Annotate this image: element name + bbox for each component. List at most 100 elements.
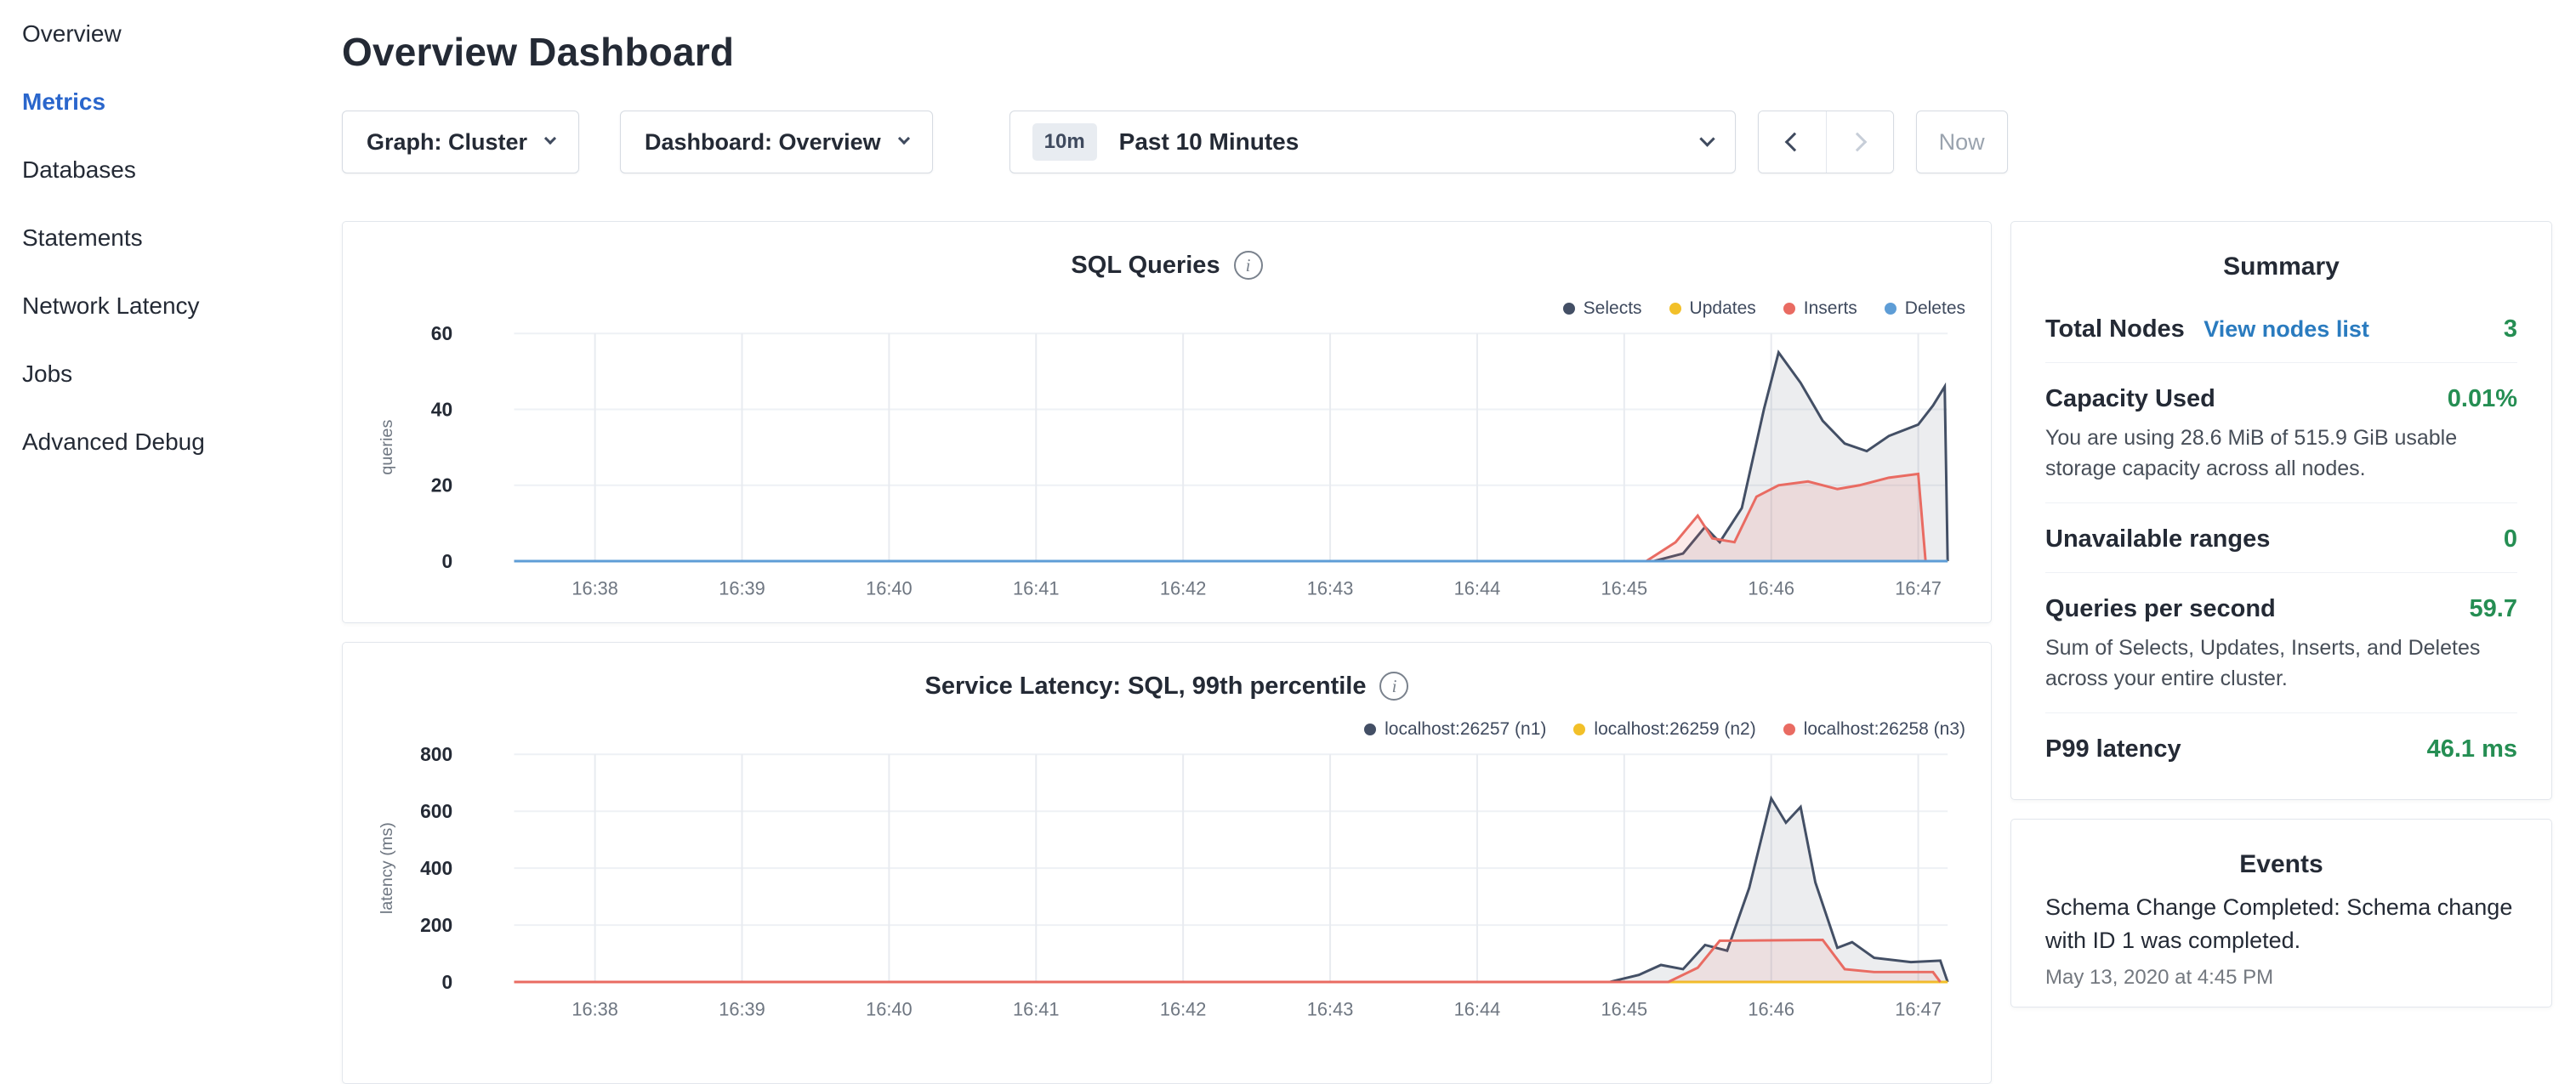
summary-label: P99 latency [2045, 735, 2181, 763]
series-area [515, 353, 1948, 561]
sql-queries-chart-panel: SQL Queries i Selects Updates Inserts Delet… [342, 221, 1992, 623]
legend-label: localhost:26257 (n1) [1385, 719, 1546, 740]
chart-legend: Selects Updates Inserts Deletes [368, 298, 1965, 319]
legend-label: Updates [1690, 298, 1756, 319]
legend-dot-icon [1669, 303, 1681, 315]
x-tick-label: 16:45 [1601, 999, 1648, 1020]
time-window-badge: 10m [1032, 123, 1097, 161]
legend-label: Selects [1584, 298, 1642, 319]
legend-item[interactable]: localhost:26258 (n3) [1783, 719, 1965, 740]
sidebar-item-jobs[interactable]: Jobs [22, 340, 340, 408]
y-tick-label: 20 [431, 474, 452, 497]
legend-label: localhost:26259 (n2) [1594, 719, 1755, 740]
event-time: May 13, 2020 at 4:45 PM [2045, 966, 2517, 990]
sidebar-item-statements[interactable]: Statements [22, 204, 340, 272]
sidebar: Overview Metrics Databases Statements Ne… [0, 0, 340, 1051]
sidebar-item-network-latency[interactable]: Network Latency [22, 272, 340, 340]
time-controls: 10m Past 10 Minutes Now [1009, 111, 2008, 173]
service-latency-chart-panel: Service Latency: SQL, 99th percentile i … [342, 642, 1992, 1084]
now-button[interactable]: Now [1916, 111, 2008, 173]
dashboard-body: SQL Queries i Selects Updates Inserts Delet… [342, 221, 2552, 1084]
x-tick-label: 16:47 [1895, 999, 1942, 1020]
x-tick-label: 16:41 [1013, 578, 1060, 599]
summary-label: Total Nodes [2045, 315, 2185, 343]
time-prev-button[interactable] [1759, 111, 1826, 173]
summary-title: Summary [2045, 253, 2517, 281]
toolbar: Graph: Cluster Dashboard: Overview 10m P… [342, 111, 2552, 173]
summary-panel: Summary Total Nodes View nodes list 3 Ca… [2010, 221, 2552, 800]
view-nodes-list-link[interactable]: View nodes list [2204, 316, 2369, 342]
summary-value: 0 [2504, 525, 2517, 553]
y-tick-label: 0 [441, 971, 452, 993]
y-axis-label: latency (ms) [378, 822, 396, 914]
chevron-left-icon [1785, 133, 1805, 152]
graph-selector-label: Graph: Cluster [367, 129, 527, 156]
summary-value: 59.7 [2470, 595, 2517, 623]
chevron-right-icon [1847, 133, 1867, 152]
legend-item[interactable]: Selects [1563, 298, 1642, 319]
summary-label: Capacity Used [2045, 385, 2215, 413]
events-panel: Events Schema Change Completed: Schema c… [2010, 819, 2552, 1007]
x-tick-label: 16:38 [571, 999, 618, 1020]
event-text: Schema Change Completed: Schema change w… [2045, 891, 2517, 957]
time-step-buttons [1758, 111, 1894, 173]
chart-header: SQL Queries i [368, 251, 1965, 280]
legend-item[interactable]: Inserts [1783, 298, 1857, 319]
summary-label: Queries per second [2045, 595, 2276, 623]
summary-row-queries-per-second: Queries per second 59.7 Sum of Selects, … [2045, 572, 2517, 712]
summary-row-unavailable-ranges: Unavailable ranges 0 [2045, 502, 2517, 572]
x-tick-label: 16:40 [866, 578, 913, 599]
legend-item[interactable]: localhost:26259 (n2) [1573, 719, 1755, 740]
summary-description: You are using 28.6 MiB of 515.9 GiB usab… [2045, 423, 2517, 484]
summary-row-capacity-used: Capacity Used 0.01% You are using 28.6 M… [2045, 362, 2517, 502]
x-tick-label: 16:41 [1013, 999, 1060, 1020]
chevron-down-icon [898, 133, 910, 145]
summary-row-total-nodes: Total Nodes View nodes list 3 [2045, 293, 2517, 362]
chart-title: SQL Queries [1071, 252, 1220, 280]
x-tick-label: 16:45 [1601, 578, 1648, 599]
x-tick-label: 16:39 [719, 999, 765, 1020]
page-title: Overview Dashboard [342, 29, 2552, 75]
sidebar-item-advanced-debug[interactable]: Advanced Debug [22, 408, 340, 476]
dashboard-selector[interactable]: Dashboard: Overview [620, 111, 933, 173]
sql-queries-chart: 020406016:3816:3916:4016:4116:4216:4316:… [368, 322, 1964, 603]
legend-label: localhost:26258 (n3) [1804, 719, 1965, 740]
summary-row-p99-latency: P99 latency 46.1 ms [2045, 712, 2517, 782]
series-area [515, 940, 1941, 982]
x-tick-label: 16:42 [1160, 999, 1207, 1020]
summary-value: 0.01% [2448, 385, 2517, 413]
sidebar-item-overview[interactable]: Overview [22, 0, 340, 68]
graph-selector[interactable]: Graph: Cluster [342, 111, 579, 173]
x-tick-label: 16:44 [1454, 578, 1501, 599]
series-area [515, 474, 1926, 561]
sidebar-item-metrics[interactable]: Metrics [22, 68, 340, 136]
chevron-down-icon [1699, 131, 1714, 146]
x-tick-label: 16:39 [719, 578, 765, 599]
y-tick-label: 800 [420, 743, 452, 765]
info-icon[interactable]: i [1379, 672, 1408, 701]
legend-item[interactable]: Updates [1669, 298, 1756, 319]
x-tick-label: 16:46 [1748, 578, 1794, 599]
legend-label: Inserts [1804, 298, 1857, 319]
y-tick-label: 200 [420, 914, 452, 936]
summary-description: Sum of Selects, Updates, Inserts, and De… [2045, 633, 2517, 694]
summary-label: Unavailable ranges [2045, 525, 2270, 553]
info-icon[interactable]: i [1234, 251, 1263, 280]
legend-dot-icon [1783, 724, 1795, 735]
time-window-label: Past 10 Minutes [1119, 128, 1299, 156]
y-axis-label: queries [378, 420, 396, 475]
legend-label: Deletes [1905, 298, 1965, 319]
legend-item[interactable]: Deletes [1885, 298, 1965, 319]
event-item[interactable]: Schema Change Completed: Schema change w… [2045, 891, 2517, 990]
time-window-selector[interactable]: 10m Past 10 Minutes [1009, 111, 1736, 173]
service-latency-chart: 020040060080016:3816:3916:4016:4116:4216… [368, 743, 1964, 1024]
sidebar-item-databases[interactable]: Databases [22, 136, 340, 204]
right-column: Summary Total Nodes View nodes list 3 Ca… [2010, 221, 2552, 1007]
chart-title: Service Latency: SQL, 99th percentile [925, 673, 1367, 701]
legend-dot-icon [1885, 303, 1896, 315]
charts-column: SQL Queries i Selects Updates Inserts Delet… [342, 221, 1992, 1084]
y-tick-label: 400 [420, 857, 452, 879]
legend-item[interactable]: localhost:26257 (n1) [1364, 719, 1546, 740]
time-next-button[interactable] [1826, 111, 1893, 173]
summary-value: 46.1 ms [2427, 735, 2517, 763]
